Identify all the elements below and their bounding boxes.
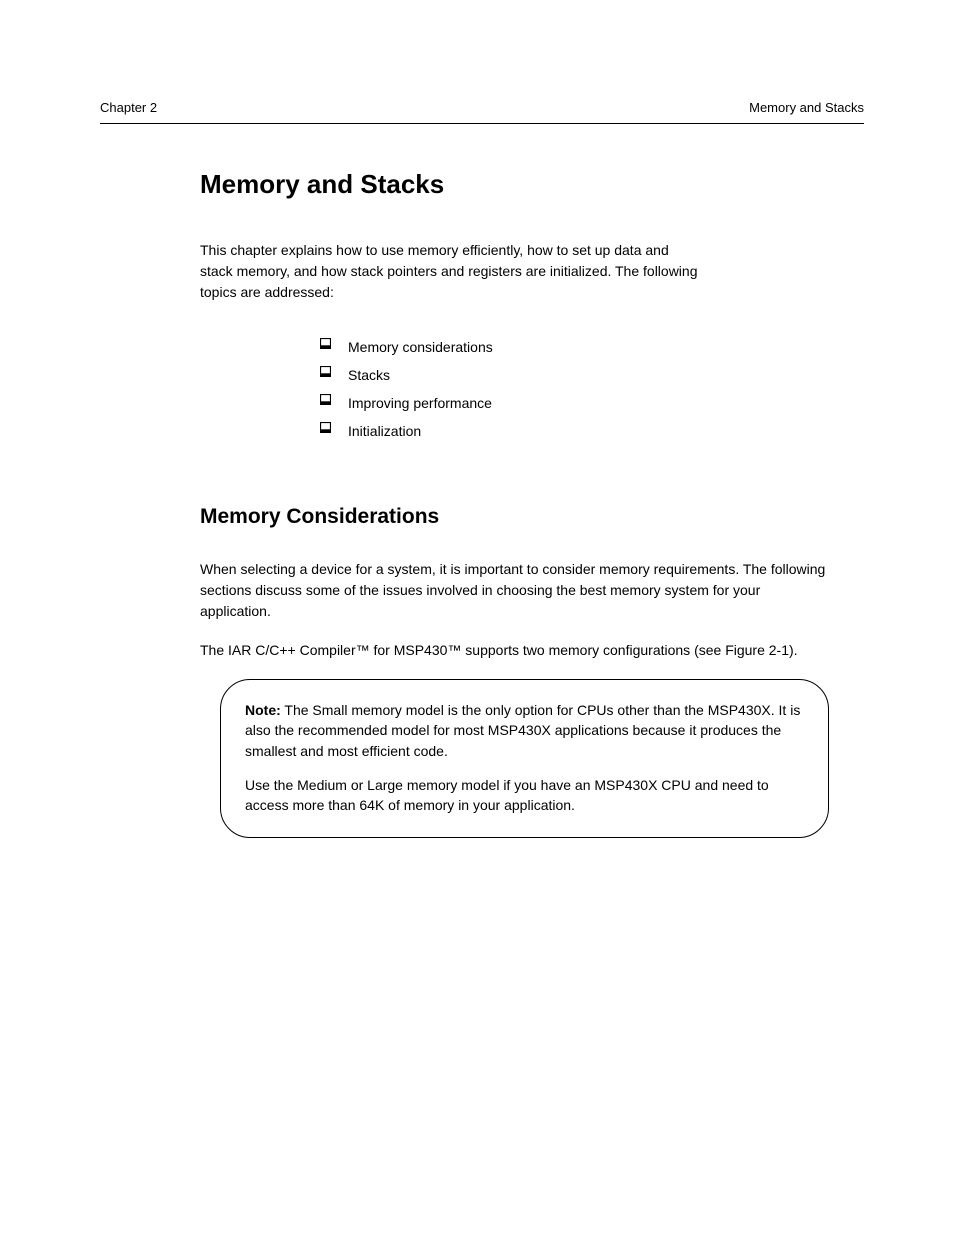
topics-list: Memory considerations Stacks Improving p…	[320, 333, 834, 445]
list-item-label: Improving performance	[348, 395, 492, 411]
checkbox-icon	[320, 338, 331, 349]
section-paragraph: When selecting a device for a system, it…	[200, 559, 834, 622]
header-chapter-label: Chapter 2	[100, 100, 157, 115]
page: Chapter 2 Memory and Stacks Memory and S…	[0, 0, 954, 838]
checkbox-icon	[320, 422, 331, 433]
intro-paragraph: This chapter explains how to use memory …	[200, 240, 834, 303]
page-header: Chapter 2 Memory and Stacks	[100, 100, 864, 115]
checkbox-icon	[320, 394, 331, 405]
note-box: Note: The Small memory model is the only…	[220, 679, 829, 838]
section-paragraph: The IAR C/C++ Compiler™ for MSP430™ supp…	[200, 640, 834, 661]
section-heading: Memory Considerations	[200, 505, 834, 529]
intro-line: This chapter explains how to use memory …	[200, 242, 669, 258]
list-item-label: Memory considerations	[348, 339, 493, 355]
list-item-label: Initialization	[348, 423, 421, 439]
content-area: Memory and Stacks This chapter explains …	[200, 169, 834, 838]
note-paragraph: Note: The Small memory model is the only…	[245, 700, 804, 761]
list-item-label: Stacks	[348, 367, 390, 383]
list-item: Improving performance	[320, 389, 834, 417]
list-item: Memory considerations	[320, 333, 834, 361]
checkbox-icon	[320, 366, 331, 377]
note-paragraph: Use the Medium or Large memory model if …	[245, 775, 804, 816]
intro-line: stack memory, and how stack pointers and…	[200, 263, 698, 279]
note-text: The Small memory model is the only optio…	[245, 702, 800, 759]
intro-line: topics are addressed:	[200, 284, 334, 300]
header-chapter-subject: Memory and Stacks	[749, 100, 864, 115]
list-item: Initialization	[320, 417, 834, 445]
note-label: Note:	[245, 702, 281, 718]
chapter-title: Memory and Stacks	[200, 169, 834, 200]
list-item: Stacks	[320, 361, 834, 389]
header-rule	[100, 123, 864, 124]
